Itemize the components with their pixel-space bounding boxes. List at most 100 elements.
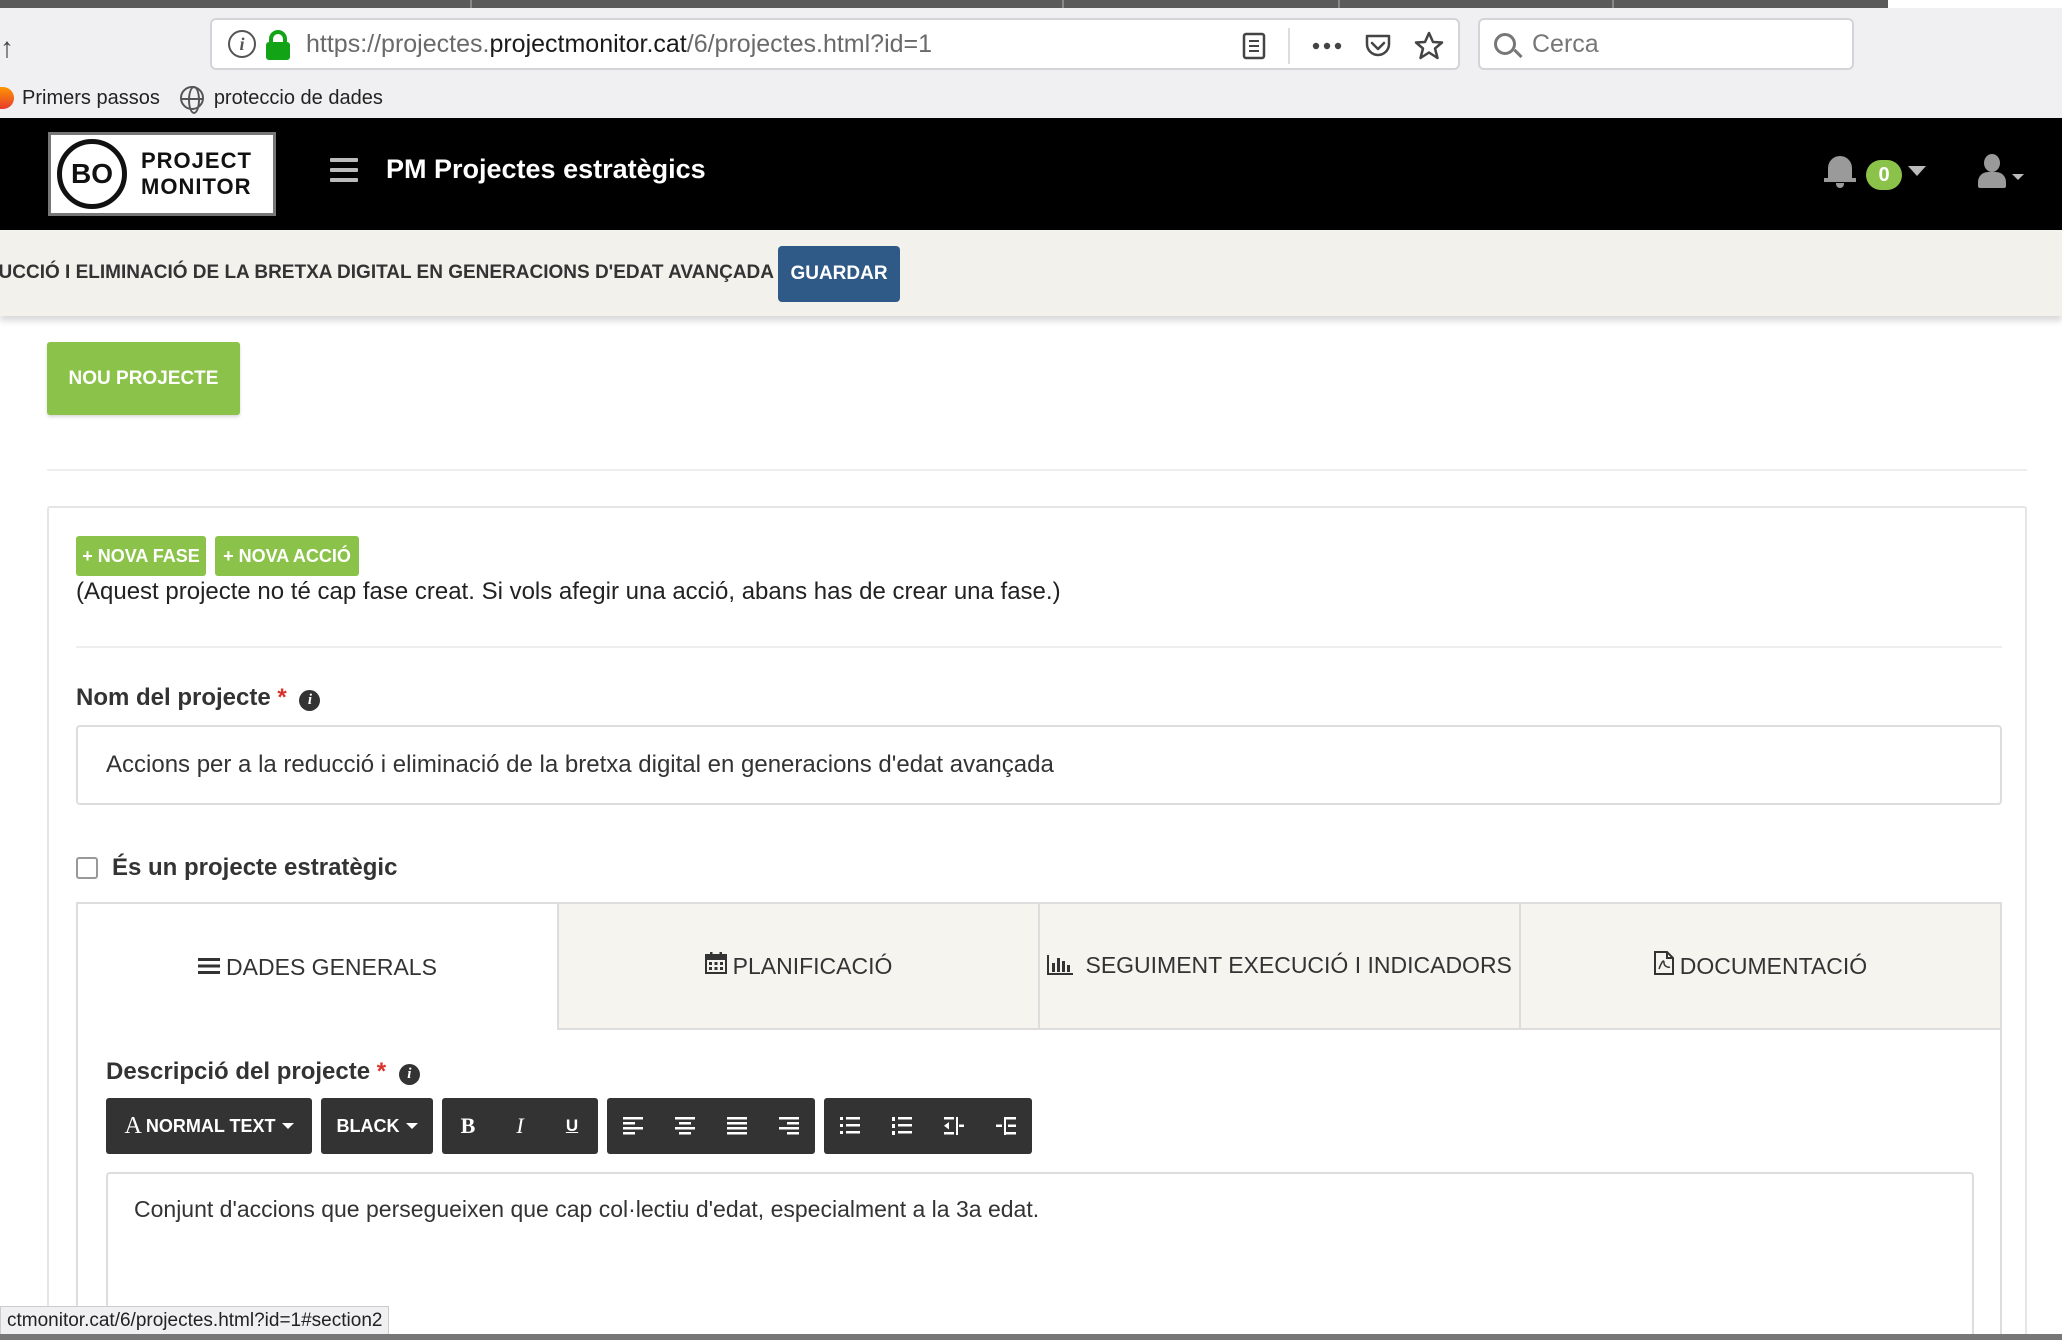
save-bar: REDUCCIÓ I ELIMINACIÓ DE LA BRETXA DIGIT…: [0, 230, 2062, 316]
align-justify-icon: [727, 1117, 747, 1135]
project-monitor-logo[interactable]: BO PROJECT MONITOR: [48, 132, 276, 216]
description-label-text: Descripció del projecte: [106, 1058, 371, 1085]
user-icon[interactable]: [1978, 154, 2006, 190]
project-name-label-text: Nom del projecte: [76, 684, 271, 711]
tab-label: PLANIFICACIÓ: [732, 953, 893, 979]
align-right-button[interactable]: [763, 1098, 815, 1154]
hamburger-menu-icon[interactable]: [330, 158, 358, 182]
address-bar[interactable]: i https://projectes.projectmonitor.cat/6…: [210, 18, 1460, 70]
text-style-dropdown[interactable]: A NORMAL TEXT: [106, 1098, 312, 1154]
italic-button[interactable]: I: [494, 1098, 546, 1154]
add-action-button[interactable]: + NOVA ACCIÓ: [215, 536, 359, 576]
project-title-heading: REDUCCIÓ I ELIMINACIÓ DE LA BRETXA DIGIT…: [0, 262, 774, 283]
bullet-list-icon: [840, 1117, 860, 1134]
status-bar-url: ctmonitor.cat/6/projectes.html?id=1#sect…: [0, 1306, 390, 1336]
no-phase-note: (Aquest projecte no té cap fase creat. S…: [76, 578, 1061, 605]
site-info-icon[interactable]: i: [228, 30, 256, 58]
user-menu-chevron-down-icon[interactable]: [2012, 174, 2024, 180]
tab-seguiment[interactable]: SEGUIMENT EXECUCIÓ I INDICADORS: [1040, 902, 1521, 1030]
align-button-group: [607, 1098, 815, 1154]
tab-documentacio[interactable]: DOCUMENTACIÓ: [1521, 902, 2002, 1030]
required-asterisk: *: [277, 684, 287, 711]
bar-chart-icon: [1047, 953, 1074, 981]
chevron-down-icon: [281, 1123, 294, 1129]
strategic-project-row[interactable]: És un projecte estratègic: [76, 854, 397, 882]
logo-line1: PROJECT: [141, 148, 252, 173]
align-left-icon: [623, 1117, 643, 1135]
project-name-input[interactable]: Accions per a la reducció i eliminació d…: [76, 725, 2002, 805]
bold-button[interactable]: B: [442, 1098, 494, 1154]
numbered-list-button[interactable]: [876, 1098, 928, 1154]
info-icon[interactable]: i: [299, 690, 321, 711]
indent-button[interactable]: [980, 1098, 1032, 1154]
app-title: PM Projectes estratègics: [386, 154, 706, 184]
outdent-icon: [944, 1117, 964, 1135]
divider: [47, 469, 2027, 471]
bookmark-star-icon[interactable]: [1414, 31, 1444, 61]
pdf-file-icon: [1653, 951, 1674, 981]
bookmark-primers-passos[interactable]: Primers passos: [0, 87, 160, 110]
browser-search-input[interactable]: Cerca: [1478, 18, 1854, 70]
strategic-project-label[interactable]: És un projecte estratègic: [112, 854, 397, 882]
format-button-group: B I U: [442, 1098, 598, 1154]
tab-planificacio[interactable]: PLANIFICACIÓ: [559, 902, 1040, 1030]
underline-button[interactable]: U: [546, 1098, 598, 1154]
browser-tab-strip: [0, 0, 1888, 8]
new-project-button[interactable]: NOU PROJECTE: [47, 342, 240, 415]
align-right-icon: [779, 1117, 799, 1135]
bold-icon: B: [460, 1113, 476, 1138]
info-icon[interactable]: i: [398, 1064, 420, 1085]
url-text[interactable]: https://projectes.projectmonitor.cat/6/p…: [306, 30, 932, 59]
divider: [76, 646, 2002, 648]
bookmark-label: Primers passos: [22, 86, 160, 109]
required-asterisk: *: [376, 1058, 387, 1085]
tab-dades-generals[interactable]: DADES GENERALS: [76, 902, 559, 1030]
tab-content-dades-generals: Descripció del projecte * i A NORMAL TEX…: [76, 1028, 2002, 1340]
text-color-dropdown[interactable]: BLACK: [321, 1098, 433, 1154]
more-options-icon[interactable]: [1312, 42, 1342, 50]
outdent-button[interactable]: [928, 1098, 980, 1154]
window-bottom-edge: [0, 1334, 2062, 1340]
bell-icon[interactable]: [1824, 154, 1856, 188]
calendar-icon: [704, 952, 727, 980]
notifications-chevron-down-icon[interactable]: [1908, 166, 1926, 176]
notification-count-badge[interactable]: 0: [1866, 160, 1902, 190]
toolbar-divider: [1288, 28, 1290, 64]
chevron-down-icon: [405, 1123, 418, 1129]
bullet-list-button[interactable]: [824, 1098, 876, 1154]
search-placeholder: Cerca: [1532, 29, 1599, 58]
save-button[interactable]: GUARDAR: [778, 246, 900, 302]
bookmark-proteccio-de-dades[interactable]: proteccio de dades: [179, 86, 383, 114]
add-phase-button[interactable]: + NOVA FASE: [76, 536, 206, 576]
align-center-icon: [675, 1117, 695, 1135]
text-color-value: BLACK: [336, 1115, 400, 1136]
align-center-button[interactable]: [659, 1098, 711, 1154]
bookmarks-bar: Primers passos proteccio de dades: [0, 78, 2062, 118]
list-button-group: [824, 1098, 1032, 1154]
align-left-button[interactable]: [607, 1098, 659, 1154]
url-path: /6/projectes.html?id=1: [686, 29, 933, 58]
back-arrow-icon[interactable]: ↑: [0, 32, 14, 64]
strategic-project-checkbox[interactable]: [76, 857, 98, 879]
url-host: projectmonitor.cat: [489, 29, 687, 58]
pocket-icon[interactable]: [1364, 33, 1392, 59]
tab-label: DOCUMENTACIÓ: [1679, 953, 1868, 979]
reader-view-icon[interactable]: [1242, 32, 1266, 60]
tab-label: SEGUIMENT EXECUCIÓ I INDICADORS: [1085, 952, 1512, 978]
logo-line2: MONITOR: [141, 174, 252, 199]
text-style-value: NORMAL TEXT: [145, 1115, 276, 1136]
logo-mark: BO: [57, 139, 127, 209]
indent-icon: [996, 1117, 1016, 1135]
list-icon: [198, 953, 221, 981]
description-label: Descripció del projecte * i: [106, 1058, 420, 1086]
font-icon: A: [124, 1112, 142, 1139]
project-name-label: Nom del projecte * i: [76, 684, 321, 712]
app-header: BO PROJECT MONITOR PM Projectes estratèg…: [0, 118, 2062, 230]
bookmark-label: proteccio de dades: [213, 86, 383, 109]
underline-icon: U: [565, 1116, 579, 1135]
align-justify-button[interactable]: [711, 1098, 763, 1154]
browser-toolbar: ↑ i https://projectes.projectmonitor.cat…: [0, 8, 2062, 78]
globe-icon: [179, 86, 204, 114]
editor-toolbar: A NORMAL TEXT BLACK B I U: [106, 1098, 1032, 1154]
firefox-icon: [0, 87, 14, 109]
